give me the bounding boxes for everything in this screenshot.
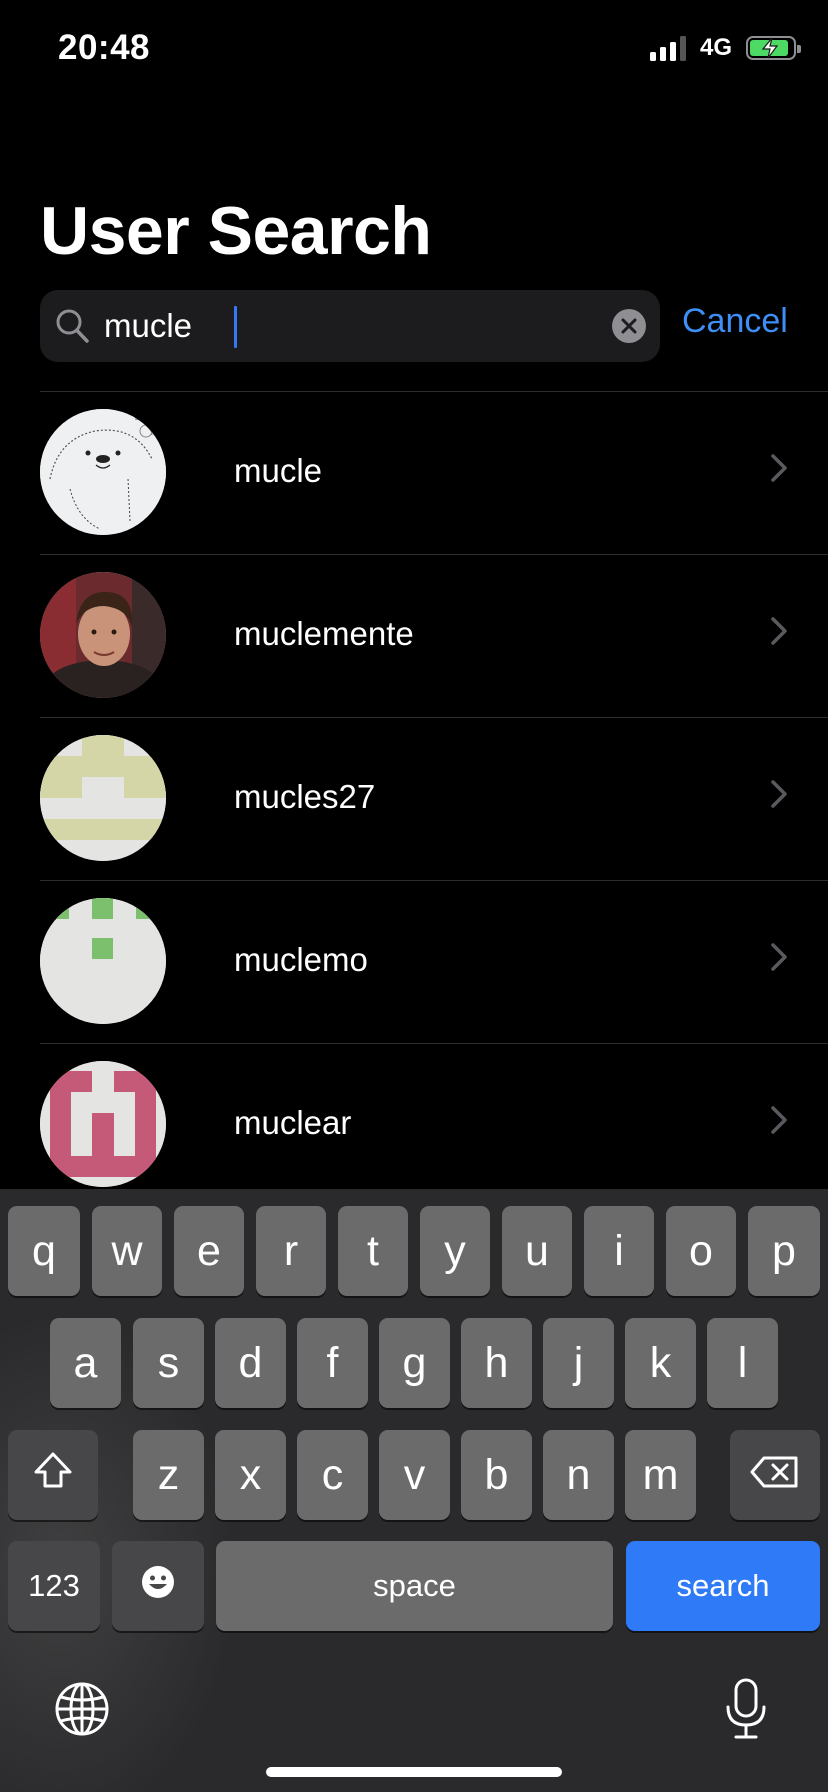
identicon-green xyxy=(40,898,166,1024)
keyboard: q w e r t y u i o p a s d f g h j k l z … xyxy=(0,1189,828,1792)
key-d[interactable]: d xyxy=(215,1318,286,1408)
result-row[interactable]: muclemente xyxy=(40,554,828,717)
chevron-right-icon xyxy=(770,943,788,976)
shift-key[interactable] xyxy=(8,1430,98,1520)
key-v[interactable]: v xyxy=(379,1430,450,1520)
result-list: mucle muclemente mucles27 muclemo muclea… xyxy=(40,391,828,1206)
cancel-button[interactable]: Cancel xyxy=(682,302,788,341)
space-key[interactable]: space xyxy=(216,1541,613,1631)
key-r[interactable]: r xyxy=(256,1206,326,1296)
identicon-olive xyxy=(40,735,166,861)
key-a[interactable]: a xyxy=(50,1318,121,1408)
key-p[interactable]: p xyxy=(748,1206,820,1296)
chevron-right-icon xyxy=(770,617,788,650)
result-row[interactable]: mucle xyxy=(40,391,828,554)
key-t[interactable]: t xyxy=(338,1206,408,1296)
photo-avatar xyxy=(40,572,166,698)
page-title: User Search xyxy=(40,193,432,269)
status-icons: 4G xyxy=(649,34,801,62)
username-label: muclemo xyxy=(234,941,368,978)
home-indicator[interactable] xyxy=(266,1767,562,1777)
key-q[interactable]: q xyxy=(8,1206,80,1296)
delete-key[interactable] xyxy=(730,1430,820,1520)
chevron-right-icon xyxy=(770,1106,788,1139)
emoji-icon xyxy=(140,1562,176,1611)
key-y[interactable]: y xyxy=(420,1206,490,1296)
microphone-icon[interactable] xyxy=(724,1677,768,1746)
key-f[interactable]: f xyxy=(297,1318,368,1408)
network-type: 4G xyxy=(699,34,732,61)
status-time: 20:48 xyxy=(58,28,151,67)
magnifier-icon xyxy=(54,306,92,351)
emoji-key[interactable] xyxy=(112,1541,204,1631)
username-label: mucle xyxy=(234,452,323,489)
key-h[interactable]: h xyxy=(461,1318,532,1408)
key-m[interactable]: m xyxy=(625,1430,696,1520)
clear-icon[interactable] xyxy=(612,309,646,343)
key-j[interactable]: j xyxy=(543,1318,614,1408)
globe-icon[interactable] xyxy=(54,1681,110,1742)
search-field[interactable] xyxy=(40,290,660,362)
status-bar: 20:48 4G xyxy=(0,0,828,100)
key-i[interactable]: i xyxy=(584,1206,654,1296)
username-label: mucles27 xyxy=(234,778,376,815)
delete-icon xyxy=(750,1451,800,1500)
username-label: muclear xyxy=(234,1104,352,1141)
search-input[interactable] xyxy=(102,304,584,348)
key-s[interactable]: s xyxy=(133,1318,204,1408)
key-g[interactable]: g xyxy=(379,1318,450,1408)
key-u[interactable]: u xyxy=(502,1206,572,1296)
shift-icon xyxy=(32,1450,74,1501)
result-row[interactable]: muclear xyxy=(40,1043,828,1206)
cartoon-bear-avatar xyxy=(40,409,166,535)
identicon-rose xyxy=(40,1061,166,1187)
key-n[interactable]: n xyxy=(543,1430,614,1520)
text-caret xyxy=(234,306,237,348)
key-l[interactable]: l xyxy=(707,1318,778,1408)
username-label: muclemente xyxy=(234,615,414,652)
cellular-signal-icon xyxy=(649,35,686,61)
key-k[interactable]: k xyxy=(625,1318,696,1408)
battery-charging-icon xyxy=(746,36,801,60)
chevron-right-icon xyxy=(770,780,788,813)
result-row[interactable]: mucles27 xyxy=(40,717,828,880)
search-key[interactable]: search xyxy=(626,1541,820,1631)
numbers-key[interactable]: 123 xyxy=(8,1541,100,1631)
key-e[interactable]: e xyxy=(174,1206,244,1296)
key-w[interactable]: w xyxy=(92,1206,162,1296)
chevron-right-icon xyxy=(770,454,788,487)
key-x[interactable]: x xyxy=(215,1430,286,1520)
key-z[interactable]: z xyxy=(133,1430,204,1520)
key-c[interactable]: c xyxy=(297,1430,368,1520)
key-b[interactable]: b xyxy=(461,1430,532,1520)
key-o[interactable]: o xyxy=(666,1206,736,1296)
result-row[interactable]: muclemo xyxy=(40,880,828,1043)
